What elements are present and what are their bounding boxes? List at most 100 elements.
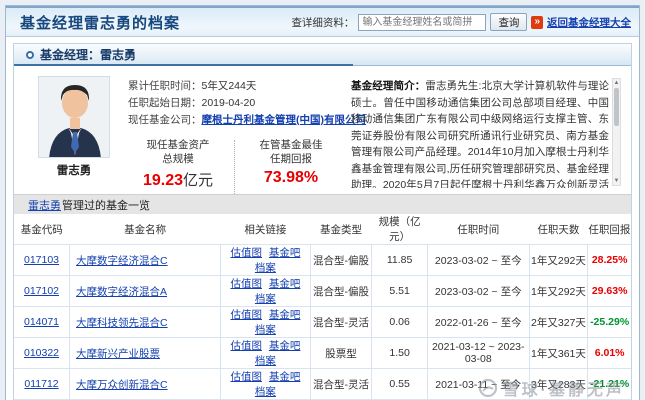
manager-name-link[interactable]: 雷志勇 <box>28 197 61 213</box>
page-frame: 基金经理雷志勇的档案 查详细资料： 查询 » 返回基金经理大全 基金经理：雷志勇 <box>5 5 640 400</box>
tenure-days: 2年又327天 <box>529 307 588 338</box>
fund-type: 混合型-灵活 <box>310 307 372 338</box>
stat-total-assets: 现任基金资产 总规模 19.23亿元 <box>128 138 228 194</box>
tenure-period: 2021-03-12 ~ 2023-03-08 <box>427 338 529 369</box>
fund-archive-link[interactable]: 档案 <box>255 262 276 274</box>
total-assets-value: 19.23 <box>143 172 183 189</box>
fund-table-row: 011712 大摩万众创新混合C 估值图 基金吧 档案 混合型-灵活 0.55 … <box>14 369 631 400</box>
col-fund-name: 基金名称 <box>70 214 221 245</box>
tenure-period: 2023-03-02 ~ 至今 <box>427 245 529 276</box>
fund-name-link[interactable]: 大摩科技领先混合C <box>76 317 168 329</box>
fund-code-link[interactable]: 017103 <box>24 254 59 266</box>
fund-scale: 0.06 <box>372 307 428 338</box>
section-underline <box>14 64 353 66</box>
fund-archive-link[interactable]: 档案 <box>255 293 276 305</box>
tenure-return: -25.29% <box>588 307 631 338</box>
fund-table-row: 010322 大摩新兴产业股票 估值图 基金吧 档案 股票型 1.50 2021… <box>14 338 631 369</box>
tenure-days: 1年又292天 <box>529 245 588 276</box>
page-title: 基金经理雷志勇的档案 <box>20 12 180 33</box>
manager-intro: 基金经理简介：雷志勇先生:北京大学计算机软件与理论硕士。曾任中国移动通信集团公司… <box>343 76 623 188</box>
col-return: 任职回报 <box>588 214 631 245</box>
stats-row: 现任基金资产 总规模 19.23亿元 在管基金最佳 任期回报 73.98% <box>128 138 343 194</box>
col-scale: 规模（亿元） <box>372 214 428 245</box>
current-company-field: 现任基金公司：摩根士丹利基金管理(中国)有限公司 <box>128 112 343 129</box>
header-bar: 基金经理雷志勇的档案 查详细资料： 查询 » 返回基金经理大全 <box>6 6 639 37</box>
fund-bar-link[interactable]: 基金吧 <box>269 309 301 321</box>
manager-photo <box>38 76 110 158</box>
intro-scrollbar[interactable]: ▲ ▼ <box>612 78 621 186</box>
fund-bar-link[interactable]: 基金吧 <box>269 340 301 352</box>
tenure-start-field: 任职起始日期：2019-04-20 <box>128 95 343 112</box>
valuation-chart-link[interactable]: 估值图 <box>230 278 262 290</box>
fund-type: 混合型-偏股 <box>310 245 372 276</box>
stat-best-return: 在管基金最佳 任期回报 73.98% <box>241 138 341 194</box>
best-return-value: 73.98% <box>264 169 318 186</box>
tenure-days: 1年又292天 <box>529 276 588 307</box>
scroll-down-icon[interactable]: ▼ <box>613 177 620 185</box>
fund-code-link[interactable]: 017102 <box>24 285 59 297</box>
fund-scale: 11.85 <box>372 245 428 276</box>
col-period: 任职时间 <box>427 214 529 245</box>
fund-code-link[interactable]: 011712 <box>24 378 58 390</box>
scrollbar-thumb[interactable] <box>614 88 619 126</box>
fund-type: 股票型 <box>310 338 372 369</box>
col-fund-type: 基金类型 <box>310 214 372 245</box>
tenure-days: 3年又283天 <box>529 369 588 400</box>
fund-table-row: 014071 大摩科技领先混合C 估值图 基金吧 档案 混合型-灵活 0.06 … <box>14 307 631 338</box>
tenure-period: 2022-01-26 ~ 至今 <box>427 307 529 338</box>
fund-name-link[interactable]: 大摩数字经济混合A <box>76 286 167 298</box>
fund-scale: 1.50 <box>372 338 428 369</box>
valuation-chart-link[interactable]: 估值图 <box>230 309 262 321</box>
tenure-period: 2021-03-11 ~ 至今 <box>427 369 529 400</box>
avatar-illustration <box>39 77 110 158</box>
tenure-return: 29.63% <box>588 276 631 307</box>
fund-type: 混合型-偏股 <box>310 276 372 307</box>
table-header-row: 基金代码 基金名称 相关链接 基金类型 规模（亿元） 任职时间 任职天数 任职回… <box>14 214 631 245</box>
manager-search-input[interactable] <box>358 14 486 31</box>
valuation-chart-link[interactable]: 估值图 <box>230 371 262 383</box>
search-button[interactable]: 查询 <box>490 13 527 31</box>
fund-name-link[interactable]: 大摩万众创新混合C <box>76 379 168 391</box>
fund-archive-link[interactable]: 档案 <box>255 386 276 398</box>
tenure-days: 1年又361天 <box>529 338 588 369</box>
fund-table-row: 017103 大摩数字经济混合C 估值图 基金吧 档案 混合型-偏股 11.85… <box>14 245 631 276</box>
manager-profile: 雷志勇 累计任职时间：5年又244天 任职起始日期：2019-04-20 现任基… <box>14 66 631 194</box>
company-link[interactable]: 摩根士丹利基金管理(中国)有限公司 <box>202 114 367 126</box>
col-links: 相关链接 <box>221 214 310 245</box>
valuation-chart-link[interactable]: 估值图 <box>230 340 262 352</box>
fund-archive-link[interactable]: 档案 <box>255 324 276 336</box>
double-arrow-icon: » <box>531 16 543 29</box>
fund-bar-link[interactable]: 基金吧 <box>269 278 301 290</box>
profile-fields: 累计任职时间：5年又244天 任职起始日期：2019-04-20 现任基金公司：… <box>118 76 343 188</box>
fund-archive-link[interactable]: 档案 <box>255 355 276 367</box>
search-area: 查详细资料： 查询 » 返回基金经理大全 <box>291 13 631 31</box>
fund-bar-link[interactable]: 基金吧 <box>269 371 301 383</box>
tenure-return: -21.21% <box>588 369 631 400</box>
fund-type: 混合型-灵活 <box>310 369 372 400</box>
search-label: 查详细资料： <box>291 15 354 30</box>
tenure-return: 28.25% <box>588 245 631 276</box>
fund-name-link[interactable]: 大摩数字经济混合C <box>76 255 168 267</box>
fund-scale: 5.51 <box>372 276 428 307</box>
fund-code-link[interactable]: 014071 <box>24 316 59 328</box>
fund-table-row: 017102 大摩数字经济混合A 估值图 基金吧 档案 混合型-偏股 5.51 … <box>14 276 631 307</box>
tenure-total-field: 累计任职时间：5年又244天 <box>128 78 343 95</box>
fund-code-link[interactable]: 010322 <box>24 347 59 359</box>
manager-name: 雷志勇 <box>30 162 118 178</box>
intro-text: 雷志勇先生:北京大学计算机软件与理论硕士。曾任中国移动通信集团公司总部项目经理、… <box>351 80 609 188</box>
photo-column: 雷志勇 <box>30 76 118 188</box>
fund-list-title: 雷志勇管理过的基金一览 <box>14 194 631 214</box>
bullet-circle-icon <box>26 51 34 59</box>
scroll-up-icon[interactable]: ▲ <box>613 79 620 87</box>
fund-name-link[interactable]: 大摩新兴产业股票 <box>76 348 160 360</box>
col-fund-code: 基金代码 <box>14 214 70 245</box>
fund-table: 基金代码 基金名称 相关链接 基金类型 规模（亿元） 任职时间 任职天数 任职回… <box>14 214 631 400</box>
content-panel: 基金经理：雷志勇 雷志勇 <box>13 43 632 400</box>
fund-bar-link[interactable]: 基金吧 <box>269 247 301 259</box>
back-to-manager-list-link[interactable]: 返回基金经理大全 <box>547 15 631 30</box>
valuation-chart-link[interactable]: 估值图 <box>230 247 262 259</box>
col-days: 任职天数 <box>529 214 588 245</box>
section-header: 基金经理：雷志勇 <box>14 44 631 66</box>
tenure-period: 2023-03-02 ~ 至今 <box>427 276 529 307</box>
stat-divider <box>234 140 235 194</box>
